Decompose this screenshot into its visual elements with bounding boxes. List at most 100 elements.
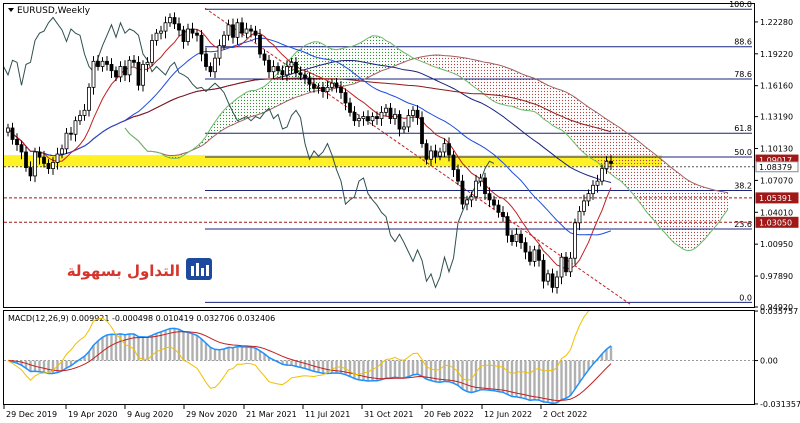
cloud-segment bbox=[534, 78, 539, 115]
cloud-segment bbox=[638, 140, 643, 207]
macd-histogram-bar bbox=[236, 346, 239, 361]
candle-body bbox=[496, 204, 501, 213]
candle-body bbox=[91, 60, 96, 88]
cloud-segment bbox=[543, 83, 548, 122]
price-tick-label: 1.16160 bbox=[760, 82, 793, 91]
cloud-segment bbox=[651, 151, 656, 223]
candle-body bbox=[258, 34, 262, 55]
macd-histogram-bar bbox=[551, 360, 554, 404]
cloud-segment bbox=[449, 55, 454, 74]
candle-body bbox=[577, 210, 582, 224]
candle-body bbox=[330, 82, 334, 88]
cloud-segment bbox=[624, 131, 629, 190]
macd-histogram-bar bbox=[447, 360, 451, 382]
cloud-segment bbox=[233, 98, 238, 125]
candle-body bbox=[145, 61, 150, 65]
candle-body bbox=[204, 53, 208, 67]
candle-body bbox=[28, 167, 33, 177]
macd-histogram-bar bbox=[303, 360, 307, 369]
eurusd-weekly-chart[interactable]: EURUSD,Weekly 100.0 88.6 78.6 61.8 50.0 38.2 2… bbox=[0, 0, 800, 423]
candle-body bbox=[424, 143, 429, 160]
candle-body bbox=[235, 22, 240, 38]
price-tick-label: 1.22280 bbox=[760, 18, 793, 27]
macd-histogram-bar bbox=[389, 360, 392, 378]
macd-histogram-bar bbox=[321, 360, 325, 374]
chart-title-group: EURUSD,Weekly bbox=[8, 6, 91, 16]
time-tick-label: 9 Aug 2020 bbox=[127, 410, 173, 419]
candle-body bbox=[87, 86, 91, 111]
candle-body bbox=[406, 115, 411, 128]
candle-body bbox=[276, 66, 280, 72]
candle-body bbox=[303, 74, 307, 79]
cloud-segment bbox=[593, 110, 598, 163]
macd-histogram-bar bbox=[564, 360, 568, 399]
candle-body bbox=[573, 222, 577, 259]
cloud-segment bbox=[485, 62, 490, 99]
candle-body bbox=[37, 151, 42, 158]
candle-body bbox=[132, 59, 136, 63]
macd-histogram-bar bbox=[348, 360, 352, 377]
cloud-segment bbox=[692, 182, 697, 250]
cloud-segment bbox=[494, 63, 499, 104]
candle-body bbox=[222, 34, 226, 47]
cloud-segment bbox=[386, 40, 391, 70]
candle-body bbox=[15, 139, 19, 146]
macd-histogram-bar bbox=[506, 360, 509, 395]
macd-histogram-bar bbox=[501, 360, 505, 393]
macd-histogram-bar bbox=[375, 360, 379, 381]
macd-histogram-bar bbox=[222, 348, 226, 361]
candle-body bbox=[208, 66, 213, 73]
candle-body bbox=[483, 177, 487, 195]
macd-histogram-bar bbox=[609, 345, 613, 361]
candle-body bbox=[325, 86, 330, 92]
candle-body bbox=[312, 83, 316, 89]
macd-histogram-bar bbox=[249, 347, 253, 361]
macd-histogram-bar bbox=[479, 360, 482, 390]
cloud-segment bbox=[642, 144, 647, 213]
candle-body bbox=[420, 117, 424, 145]
fib-level-label: 0.0 bbox=[739, 293, 752, 302]
macd-histogram-bar bbox=[573, 360, 577, 390]
fib-level-label: 38.2 bbox=[734, 182, 752, 191]
candle-body bbox=[244, 28, 249, 34]
macd-histogram-bar bbox=[362, 360, 365, 381]
macd-histogram-bar bbox=[515, 360, 518, 397]
candle-body bbox=[370, 116, 375, 122]
candle-body bbox=[550, 273, 555, 288]
candle-body bbox=[564, 256, 568, 273]
cloud-segment bbox=[228, 102, 233, 127]
cloud-segment bbox=[467, 58, 472, 85]
cloud-segment bbox=[683, 176, 688, 251]
macd-histogram-bar bbox=[204, 343, 208, 361]
candle-body bbox=[352, 111, 357, 122]
time-tick-label: 12 Jun 2022 bbox=[484, 410, 532, 419]
candle-body bbox=[474, 180, 478, 198]
cloud-segment bbox=[336, 48, 341, 89]
brand-logo-text: التداول بسهولة bbox=[67, 262, 180, 280]
price-tick-label: 1.07070 bbox=[760, 176, 793, 185]
cloud-segment bbox=[665, 162, 670, 239]
candle-body bbox=[159, 30, 163, 34]
macd-histogram-bar bbox=[330, 360, 334, 374]
candle-body bbox=[514, 233, 519, 242]
cloud-segment bbox=[516, 71, 521, 110]
macd-histogram-bar bbox=[317, 360, 320, 373]
candle-body bbox=[447, 143, 451, 156]
cloud-segment bbox=[372, 35, 377, 76]
candle-body bbox=[393, 114, 397, 120]
candle-body bbox=[388, 107, 393, 120]
candle-body bbox=[226, 24, 231, 36]
macd-histogram-bar bbox=[29, 360, 32, 372]
cloud-segment bbox=[548, 85, 553, 126]
candle-body bbox=[384, 107, 388, 113]
cloud-segment bbox=[557, 88, 562, 130]
candle-body bbox=[357, 118, 361, 122]
candle-body bbox=[478, 177, 483, 182]
macd-histogram-bar bbox=[510, 360, 514, 397]
candle-body bbox=[136, 61, 141, 86]
candle-body bbox=[438, 151, 442, 157]
time-tick-label: 29 Nov 2020 bbox=[186, 410, 237, 419]
macd-histogram-bar bbox=[159, 331, 163, 361]
cloud-segment bbox=[611, 122, 616, 178]
cloud-segment bbox=[678, 172, 683, 250]
